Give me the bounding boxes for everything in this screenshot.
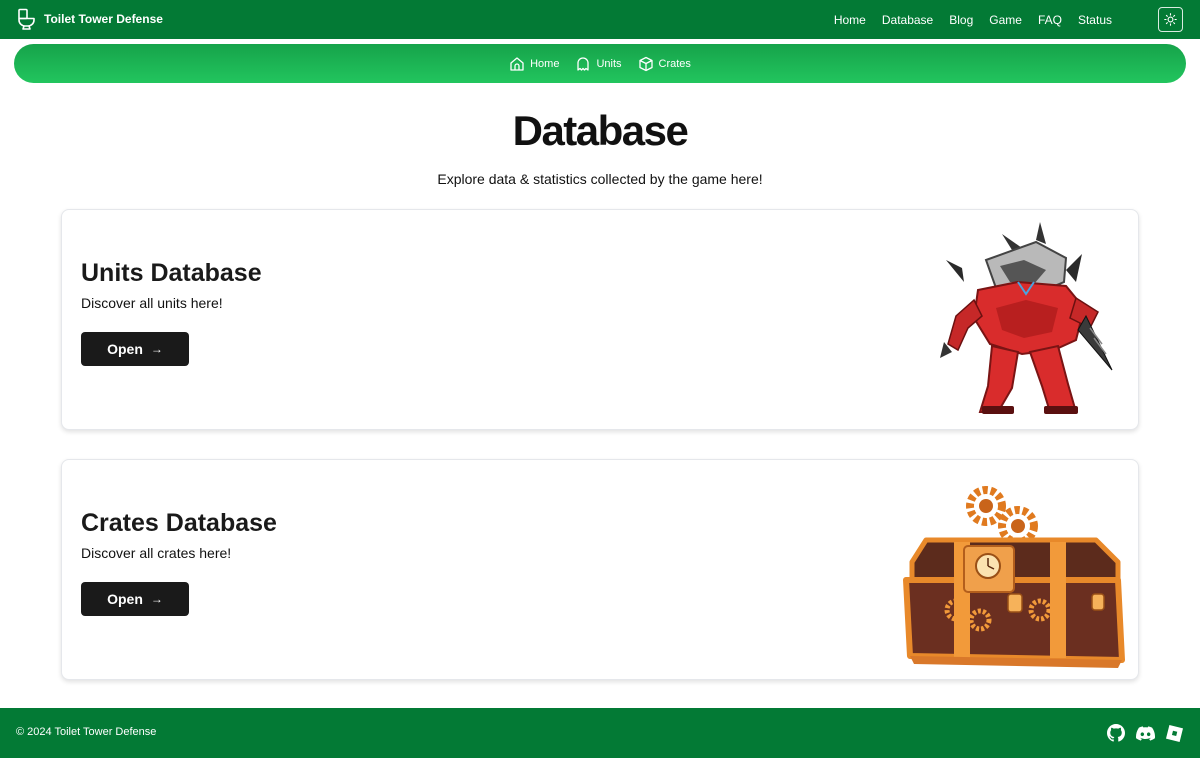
brand-name: Toilet Tower Defense bbox=[44, 12, 163, 26]
github-icon[interactable] bbox=[1107, 724, 1125, 742]
roblox-icon[interactable] bbox=[1166, 724, 1183, 742]
subnav-item-home[interactable]: Home bbox=[509, 56, 559, 72]
top-nav-blog[interactable]: Blog bbox=[949, 13, 973, 27]
subnav-item-label: Home bbox=[530, 57, 560, 70]
home-icon bbox=[509, 56, 530, 72]
arrow-right-icon: → bbox=[150, 592, 163, 606]
brand[interactable]: Toilet Tower Defense bbox=[17, 8, 163, 30]
page-subtitle: Explore data & statistics collected by t… bbox=[437, 171, 763, 187]
sun-icon bbox=[1164, 13, 1177, 26]
copyright-text: © 2024 Toilet Tower Defense bbox=[16, 726, 157, 738]
top-nav-faq[interactable]: FAQ bbox=[1038, 13, 1062, 27]
card-title: Units Database bbox=[81, 259, 262, 287]
top-nav-status[interactable]: Status bbox=[1078, 13, 1112, 27]
subnav-item-crates[interactable]: Crates bbox=[638, 56, 691, 72]
units-database-card: Units Database Discover all units here! … bbox=[61, 209, 1139, 430]
subnav-item-label: Units bbox=[596, 57, 622, 70]
unit-robot-image bbox=[926, 220, 1126, 420]
card-description: Discover all crates here! bbox=[81, 545, 232, 561]
crate-chest-image bbox=[903, 470, 1126, 670]
card-title: Crates Database bbox=[81, 509, 277, 537]
top-nav-home[interactable]: Home bbox=[834, 13, 866, 27]
sub-navbar: Home Units Crates bbox=[14, 44, 1186, 83]
social-links bbox=[1096, 724, 1183, 742]
open-crates-button[interactable]: Open → bbox=[81, 582, 189, 616]
page-title: Database bbox=[512, 107, 689, 154]
subnav-item-label: Crates bbox=[658, 57, 691, 70]
top-nav-game[interactable]: Game bbox=[989, 13, 1022, 27]
top-navbar: Toilet Tower Defense Home Database Blog … bbox=[0, 0, 1200, 39]
ghost-icon bbox=[575, 56, 596, 72]
toilet-icon bbox=[17, 8, 37, 30]
discord-icon[interactable] bbox=[1136, 725, 1155, 741]
top-nav-database[interactable]: Database bbox=[882, 13, 933, 27]
theme-toggle-button[interactable] bbox=[1158, 7, 1183, 32]
crates-database-card: Crates Database Discover all crates here… bbox=[61, 459, 1139, 680]
arrow-right-icon: → bbox=[150, 342, 163, 356]
subnav-item-units[interactable]: Units bbox=[575, 56, 622, 72]
open-units-button[interactable]: Open → bbox=[81, 332, 189, 366]
open-button-label: Open bbox=[107, 591, 143, 607]
top-nav-links: Home Database Blog Game FAQ Status bbox=[818, 0, 1112, 39]
card-description: Discover all units here! bbox=[81, 295, 223, 311]
box-icon bbox=[638, 56, 659, 72]
open-button-label: Open bbox=[107, 341, 143, 357]
footer: © 2024 Toilet Tower Defense bbox=[0, 708, 1200, 758]
